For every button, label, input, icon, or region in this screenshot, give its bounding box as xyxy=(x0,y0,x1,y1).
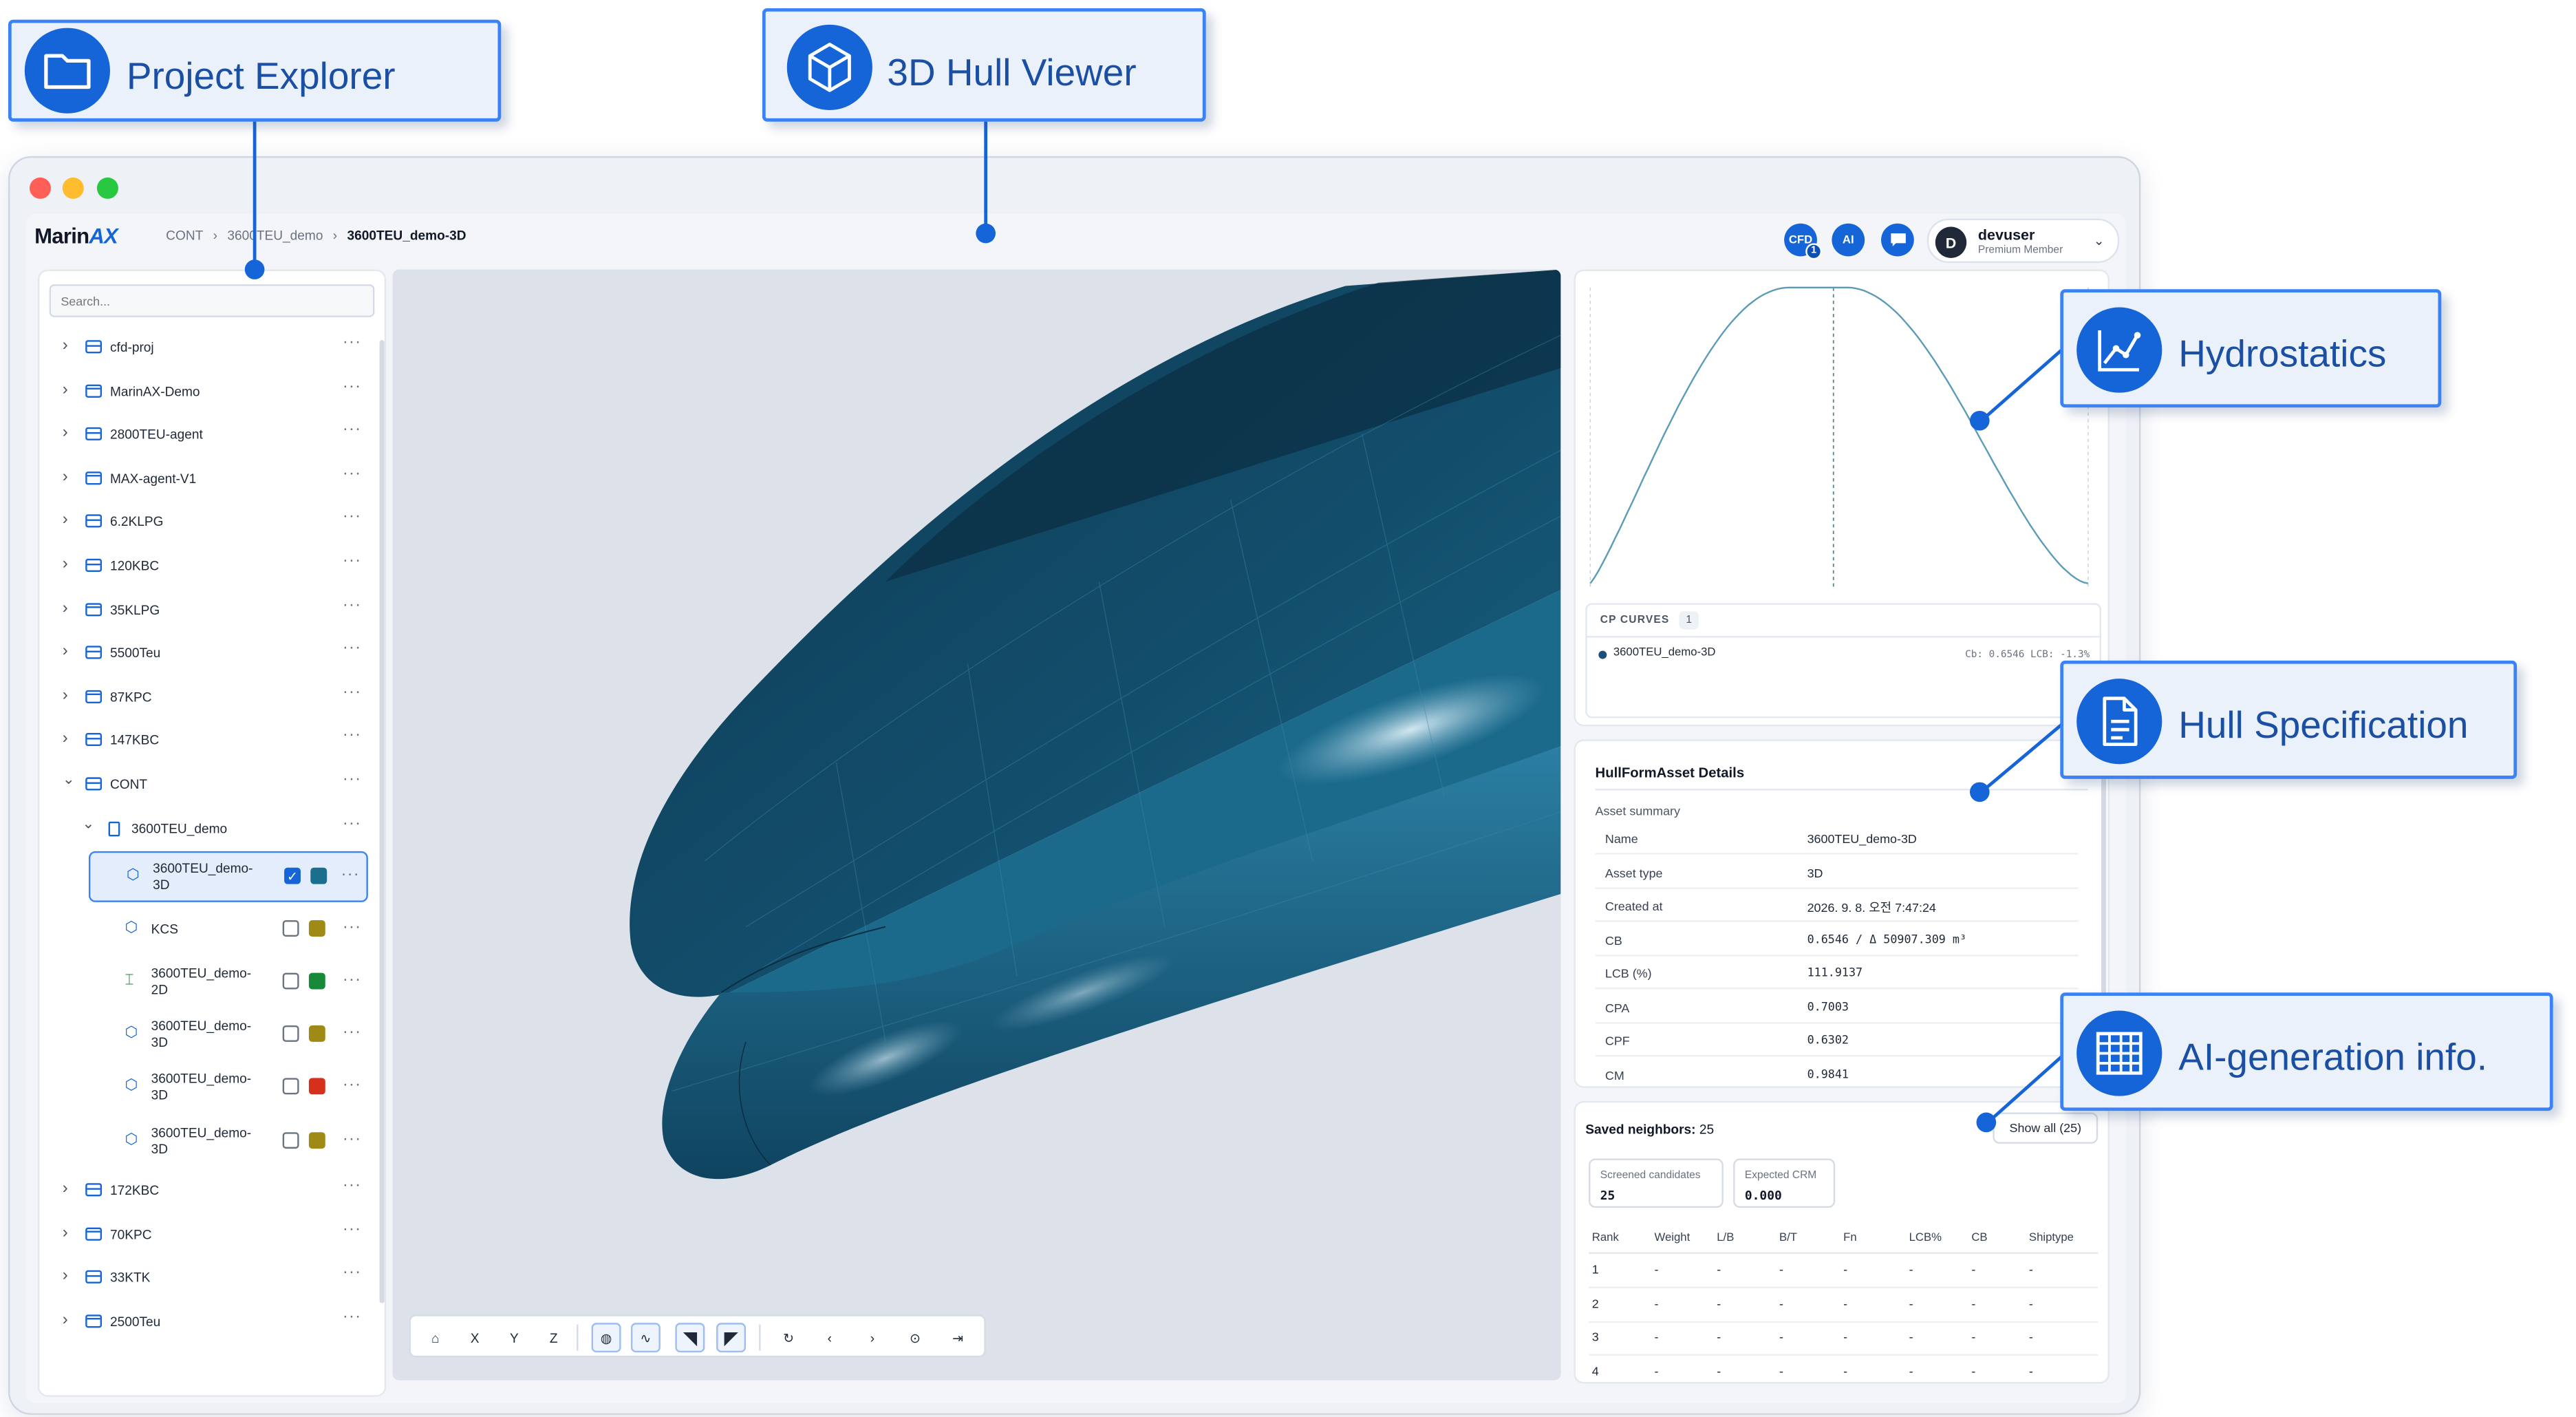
cube-icon xyxy=(786,24,872,110)
callout-hydrostatics: Hydrostatics xyxy=(2060,289,2442,408)
leader-dot xyxy=(1969,410,1990,431)
document-icon xyxy=(2076,679,2162,765)
callout-ai-info: AI-generation info. xyxy=(2060,992,2553,1111)
chart-line-icon xyxy=(2076,307,2162,393)
leader-dot xyxy=(1976,1112,1997,1133)
callout-project-explorer: Project Explorer xyxy=(8,19,502,122)
callout-label: Hydrostatics xyxy=(2178,332,2387,375)
callout-hull-viewer: 3D Hull Viewer xyxy=(762,8,1206,122)
callout-hull-spec: Hull Specification xyxy=(2060,660,2518,779)
callout-label: Hull Specification xyxy=(2178,703,2469,747)
screenshot-stage: MarinAX CONT › 3600TEU_demo › 3600TEU_demo-3… xyxy=(0,0,2576,1416)
table-grid-icon xyxy=(2076,1010,2162,1096)
folder-icon xyxy=(24,28,110,114)
leader-dot xyxy=(1969,782,1990,802)
callout-label: AI-generation info. xyxy=(2178,1035,2488,1078)
callout-label: 3D Hull Viewer xyxy=(887,51,1137,94)
callout-label: Project Explorer xyxy=(126,54,396,97)
